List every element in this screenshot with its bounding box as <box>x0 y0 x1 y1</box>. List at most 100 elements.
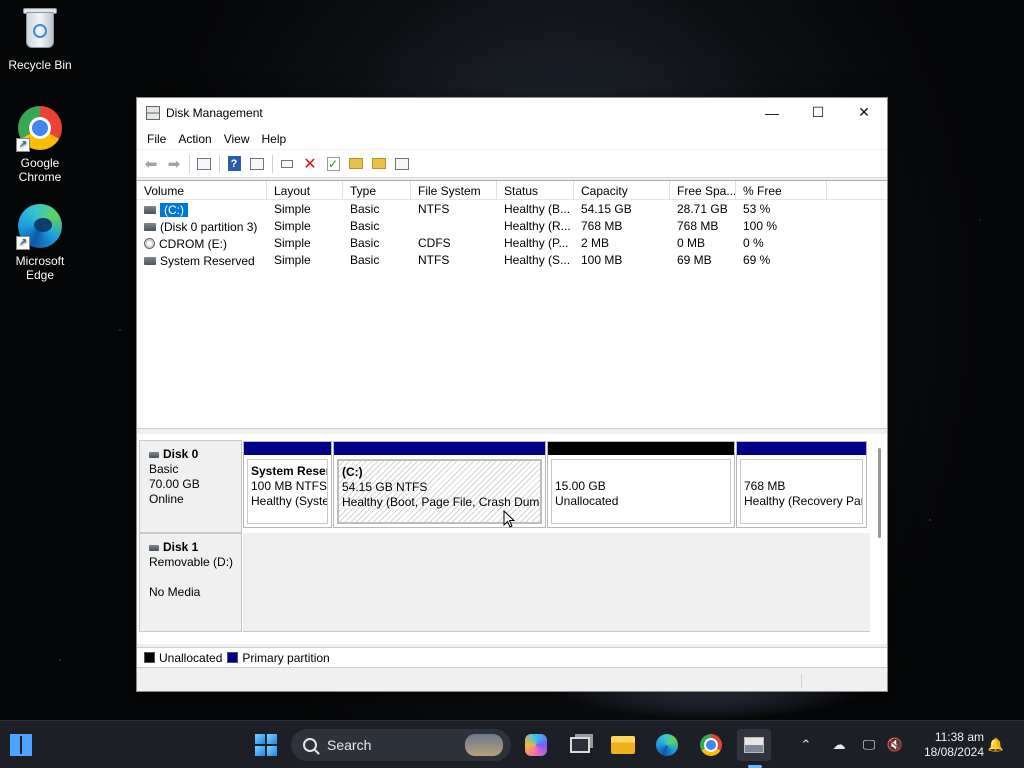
search-icon <box>303 738 317 752</box>
delete-button[interactable]: ✕ <box>299 153 321 175</box>
search-placeholder: Search <box>327 737 372 753</box>
volume-row[interactable]: CDROM (E:) Simple Basic CDFS Healthy (P.… <box>137 234 887 251</box>
copilot-button[interactable] <box>519 729 553 761</box>
show-hidden-icons-button[interactable]: ⌃ <box>796 729 816 761</box>
help-button[interactable]: ? <box>223 153 245 175</box>
shortcut-arrow-icon: ↗ <box>16 138 30 152</box>
network-button[interactable]: 🖵 <box>858 729 880 761</box>
taskbar-search[interactable]: Search <box>291 729 511 761</box>
disk-kind: Basic <box>149 462 179 476</box>
menu-help[interactable]: Help <box>256 132 293 146</box>
desktop-icon-google-chrome[interactable]: ↗ Google Chrome <box>2 104 78 184</box>
search-highlight-image <box>465 734 503 756</box>
menu-file[interactable]: File <box>141 132 172 146</box>
notifications-button[interactable]: 🔔 <box>986 729 1006 761</box>
status-bar <box>137 672 887 691</box>
file-explorer-button[interactable] <box>606 729 640 761</box>
forward-arrow-icon: ➡ <box>167 155 181 173</box>
open-folder-button[interactable] <box>345 153 367 175</box>
disk-0-label[interactable]: Disk 0 Basic 70.00 GB Online <box>139 440 242 533</box>
desktop-icon-recycle-bin[interactable]: Recycle Bin <box>2 6 78 72</box>
volume-status: Healthy (P... <box>504 236 569 250</box>
menu-action[interactable]: Action <box>172 132 217 146</box>
partition-size: 15.00 GB <box>555 479 606 493</box>
disk-management-window: Disk Management — ☐ ✕ File Action View H… <box>136 97 888 692</box>
mouse-cursor-icon <box>503 510 515 528</box>
disk-management-taskbar-button[interactable] <box>737 729 771 761</box>
volume-capacity: 54.15 GB <box>581 202 632 216</box>
close-button[interactable]: ✕ <box>841 98 887 127</box>
chrome-taskbar-button[interactable] <box>694 729 728 761</box>
partition-name <box>744 464 862 479</box>
forward-button[interactable]: ➡ <box>163 153 185 175</box>
column-header-capacity[interactable]: Capacity <box>574 181 670 199</box>
volume-row[interactable]: (C:) Simple Basic NTFS Healthy (B... 54.… <box>137 200 887 217</box>
column-header-status[interactable]: Status <box>497 181 574 199</box>
legend-label: Primary partition <box>242 650 330 665</box>
disk-1-label[interactable]: Disk 1 Removable (D:) No Media <box>139 533 242 632</box>
task-view-button[interactable] <box>563 729 597 761</box>
edge-icon <box>656 734 678 756</box>
volume-row[interactable]: (Disk 0 partition 3) Simple Basic Health… <box>137 217 887 234</box>
taskbar: Search ⌃ ☁ 🖵 🔇 11:38 am 18/08/2024 🔔 <box>0 720 1024 768</box>
volume-capacity: 2 MB <box>581 236 610 250</box>
drive-icon <box>144 222 156 231</box>
disk-icon <box>149 451 159 458</box>
desktop-icon-microsoft-edge[interactable]: ↗ Microsoft Edge <box>2 202 78 282</box>
windows-start-icon <box>255 734 277 756</box>
volume-percent-free: 53 % <box>743 202 771 216</box>
network-icon: 🖵 <box>862 737 876 752</box>
volume-layout: Simple <box>274 219 311 233</box>
disk-state: No Media <box>149 585 201 599</box>
volume-type: Basic <box>350 202 380 216</box>
action-pane-icon <box>250 157 264 170</box>
volume-layout: Simple <box>274 202 311 216</box>
properties-button[interactable] <box>391 153 413 175</box>
legend-swatch-primary <box>227 652 239 663</box>
window-title: Disk Management <box>166 106 263 120</box>
title-bar[interactable]: Disk Management — ☐ ✕ <box>137 98 887 128</box>
back-button[interactable]: ⬅ <box>140 153 162 175</box>
delete-icon: ✕ <box>303 155 317 173</box>
column-header-type[interactable]: Type <box>343 181 411 199</box>
column-header-layout[interactable]: Layout <box>267 181 343 199</box>
maximize-button[interactable]: ☐ <box>795 98 841 127</box>
show-hide-action-pane-button[interactable] <box>246 153 268 175</box>
partition-name: System Reser <box>251 464 328 478</box>
partition-unallocated[interactable]: 15.00 GB Unallocated <box>547 441 735 528</box>
desktop-icon-label: Google Chrome <box>18 156 62 184</box>
widgets-button[interactable] <box>4 729 38 761</box>
start-button[interactable] <box>249 729 283 761</box>
partition-status: Unallocated <box>555 494 619 508</box>
connect-virtual-disk-button[interactable] <box>276 153 298 175</box>
volume-name: CDROM (E:) <box>159 236 227 251</box>
toolbar: ⬅ ➡ ? ✕ ✓ <box>137 150 887 178</box>
volume-muted-icon: 🔇 <box>886 737 904 752</box>
shortcut-arrow-icon: ↗ <box>16 236 30 250</box>
column-header-file-system[interactable]: File System <box>411 181 497 199</box>
disk-kind: Removable (D:) <box>149 555 234 569</box>
partition-recovery[interactable]: 768 MB Healthy (Recovery Par <box>736 441 867 528</box>
clock[interactable]: 11:38 am 18/08/2024 <box>912 730 984 760</box>
column-header-volume[interactable]: Volume <box>137 181 267 199</box>
column-header-percent-free[interactable]: % Free <box>736 181 827 199</box>
explore-button[interactable] <box>368 153 390 175</box>
clock-time: 11:38 am <box>934 730 984 744</box>
volume-button[interactable]: 🔇 <box>884 729 906 761</box>
vertical-scrollbar[interactable] <box>878 448 881 538</box>
check-button[interactable]: ✓ <box>322 153 344 175</box>
edge-taskbar-button[interactable] <box>650 729 684 761</box>
pane-splitter[interactable] <box>137 428 887 433</box>
show-hide-console-tree-button[interactable] <box>193 153 215 175</box>
menu-view[interactable]: View <box>218 132 256 146</box>
volume-row[interactable]: System Reserved Simple Basic NTFS Health… <box>137 251 887 268</box>
volume-layout: Simple <box>274 253 311 267</box>
onedrive-button[interactable]: ☁ <box>828 729 850 761</box>
volume-name: System Reserved <box>160 253 255 268</box>
minimize-button[interactable]: — <box>749 98 795 127</box>
disk-state: Online <box>149 492 184 506</box>
partition-system-reserved[interactable]: System Reser 100 MB NTFS Healthy (Syste <box>243 441 332 528</box>
volume-file-system: CDFS <box>418 236 451 250</box>
volume-name: (C:) <box>160 202 188 217</box>
column-header-free-space[interactable]: Free Spa... <box>670 181 736 199</box>
